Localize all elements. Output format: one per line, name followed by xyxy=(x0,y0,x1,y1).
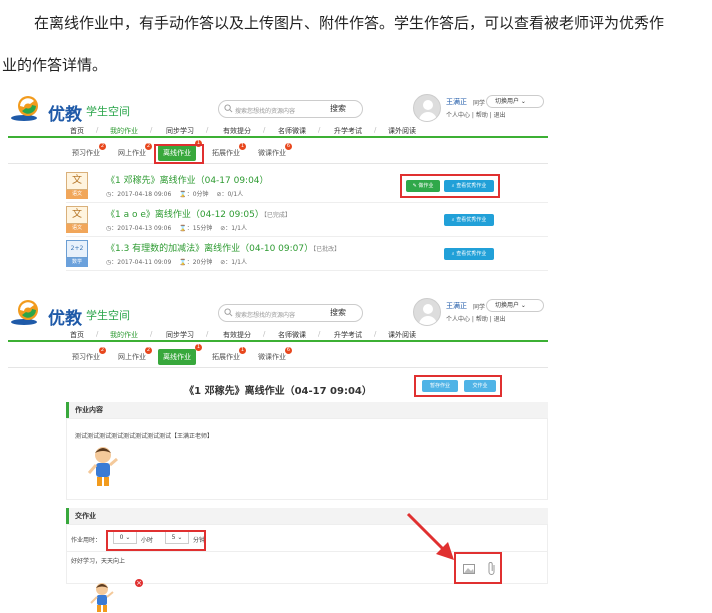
subject-icon: 文语文 xyxy=(66,206,88,234)
logo-icon xyxy=(11,96,38,121)
badge: 1 xyxy=(239,143,246,150)
list-item[interactable]: 2+2 数学 《1.3 有理数的加减法》离线作业（04-10 09:07）【已批改… xyxy=(66,238,548,271)
search-button[interactable]: 搜索 xyxy=(330,103,346,114)
subject-icon: 文语文 xyxy=(66,172,88,200)
avatar[interactable] xyxy=(413,94,441,122)
badge: 2 xyxy=(99,143,106,150)
switch-user-button[interactable]: 切换用户 ⌄ xyxy=(486,95,544,108)
badge: 6 xyxy=(285,143,292,150)
tab-preview[interactable]: 预习作业 2 xyxy=(72,347,106,362)
badge: 2 xyxy=(145,143,152,150)
search-button[interactable]: 搜索 xyxy=(330,307,346,318)
uploaded-image-thumbnail[interactable] xyxy=(90,582,114,612)
subject-icon: 2+2 数学 xyxy=(66,240,88,268)
tab-offline[interactable]: 离线作业 1 xyxy=(158,344,202,365)
list-item[interactable]: 文语文 《1 a o e》离线作业（04-12 09:05）【已完成】 ◷：20… xyxy=(66,204,548,237)
user-links[interactable]: 个人中心 | 帮助 | 退出 xyxy=(446,314,506,323)
nav-item-sync-learning[interactable]: 同步学习 xyxy=(166,330,194,340)
view-excellent-button[interactable]: ⌕ 查看优秀作业 xyxy=(444,248,494,260)
user-name[interactable]: 王满正 xyxy=(446,301,467,311)
logo-icon xyxy=(11,300,38,325)
search-icon xyxy=(224,104,233,113)
brand-name: 优教 xyxy=(48,105,82,125)
screenshot-homework-detail: 优教 学生空间 搜索您想找的资源内容 搜索 王满正 同学 切换用户 ⌄ 个人中心… xyxy=(8,298,548,613)
switch-user-label: 切换用户 xyxy=(495,98,520,105)
brand-subtitle: 学生空间 xyxy=(86,105,130,118)
homework-type-tabs: 预习作业 2 网上作业 2 离线作业 1 拓展作业 1 微课作业 6 xyxy=(8,344,548,368)
screenshot-homework-list: 优教 学生空间 搜索您想找的资源内容 搜索 王满正 同学 切换用户 ⌄ 个人中心… xyxy=(8,94,548,284)
homework-type-tabs: 预习作业 2 网上作业 2 离线作业 1 拓展作业 1 微课作业 6 xyxy=(8,140,548,164)
tab-extended[interactable]: 拓展作业 1 xyxy=(212,347,246,362)
brand-subtitle: 学生空间 xyxy=(86,309,130,322)
time-label: 作业用时： xyxy=(71,537,102,544)
logo[interactable]: 优教 学生空间 xyxy=(10,94,130,125)
logo[interactable]: 优教 学生空间 xyxy=(10,298,130,329)
delete-image-icon[interactable]: × xyxy=(135,579,143,587)
tab-online[interactable]: 网上作业 2 xyxy=(118,143,152,158)
content-text: 测试测试测试测试测试测试测试测试【王满正老师】 xyxy=(75,433,214,440)
tab-online[interactable]: 网上作业 2 xyxy=(118,347,152,362)
switch-user-label: 切换用户 xyxy=(495,302,520,309)
highlight-offline-tab xyxy=(154,144,204,164)
nav-item-sync-learning[interactable]: 同步学习 xyxy=(166,126,194,136)
view-excellent-button[interactable]: ⌕ 查看优秀作业 xyxy=(444,214,494,226)
highlight-upload-icons xyxy=(454,552,502,584)
nav-item-home[interactable]: 首页 xyxy=(70,126,84,136)
assignment-title[interactable]: 《1 a o e》离线作业（04-12 09:05）【已完成】 xyxy=(106,207,291,220)
tab-micro[interactable]: 微课作业 6 xyxy=(258,143,292,158)
user-role: 同学 xyxy=(473,100,486,107)
user-name[interactable]: 王满正 xyxy=(446,97,467,107)
content-body: 测试测试测试测试测试测试测试测试【王满正老师】 xyxy=(66,418,548,500)
nav-item-my-homework[interactable]: 我的作业 xyxy=(110,126,138,136)
intro-line-2: 业的作答详情。 xyxy=(2,56,108,74)
tab-micro[interactable]: 微课作业 6 xyxy=(258,347,292,362)
nav-item-my-homework[interactable]: 我的作业 xyxy=(110,330,138,340)
intro-line-1: 在离线作业中，有手动作答以及上传图片、附件作答。学生作答后，可以查看被老师评为优… xyxy=(34,14,665,32)
user-links[interactable]: 个人中心 | 帮助 | 退出 xyxy=(446,110,506,119)
user-role: 同学 xyxy=(473,304,486,311)
assignment-meta: ◷：2017-04-11 09:09 ⌛：20分钟 ⊘：1/1人 xyxy=(106,259,247,266)
assignment-title[interactable]: 《1 邓稼先》离线作业（04-17 09:04） xyxy=(106,173,269,186)
assignment-meta: ◷：2017-04-13 09:06 ⌛：15分钟 ⊘：1/1人 xyxy=(106,225,247,232)
search-placeholder: 搜索您想找的资源内容 xyxy=(235,108,296,115)
cartoon-image[interactable] xyxy=(87,445,119,489)
switch-user-button[interactable]: 切换用户 ⌄ xyxy=(486,299,544,312)
nav-item-home[interactable]: 首页 xyxy=(70,330,84,340)
content-heading: 作业内容 xyxy=(66,402,548,418)
tab-extended[interactable]: 拓展作业 1 xyxy=(212,143,246,158)
nav-item-micro-lessons[interactable]: 名师微课 xyxy=(278,126,306,136)
red-arrow-icon xyxy=(406,512,454,560)
avatar[interactable] xyxy=(413,298,441,326)
answer-text: 好好学习，天天向上 xyxy=(71,558,126,565)
highlight-time-select xyxy=(106,530,206,551)
nav-item-score-up[interactable]: 有效提分 xyxy=(223,126,251,136)
nav-item-exams[interactable]: 升学考试 xyxy=(334,330,362,340)
nav-item-reading[interactable]: 课外阅读 xyxy=(388,330,416,340)
assignment-title[interactable]: 《1.3 有理数的加减法》离线作业（04-10 09:07）【已批改】 xyxy=(106,241,340,254)
nav-item-exams[interactable]: 升学考试 xyxy=(334,126,362,136)
assignment-meta: ◷：2017-04-18 09:06 ⌛：0分钟 ⊘：0/1人 xyxy=(106,191,244,198)
nav-item-reading[interactable]: 课外阅读 xyxy=(388,126,416,136)
tab-preview[interactable]: 预习作业 2 xyxy=(72,143,106,158)
submit-heading: 交作业 xyxy=(66,508,548,524)
search-icon xyxy=(224,308,233,317)
brand-name: 优教 xyxy=(48,309,82,329)
nav-item-micro-lessons[interactable]: 名师微课 xyxy=(278,330,306,340)
nav-item-score-up[interactable]: 有效提分 xyxy=(223,330,251,340)
main-nav: 首页 / 我的作业 / 同步学习 / 有效提分 / 名师微课 / 升学考试 / … xyxy=(8,328,548,342)
highlight-submit-buttons xyxy=(414,375,502,397)
highlight-buttons xyxy=(400,174,500,198)
search-placeholder: 搜索您想找的资源内容 xyxy=(235,312,296,319)
main-nav: 首页 / 我的作业 / 同步学习 / 有效提分 / 名师微课 / 升学考试 / … xyxy=(8,124,548,138)
